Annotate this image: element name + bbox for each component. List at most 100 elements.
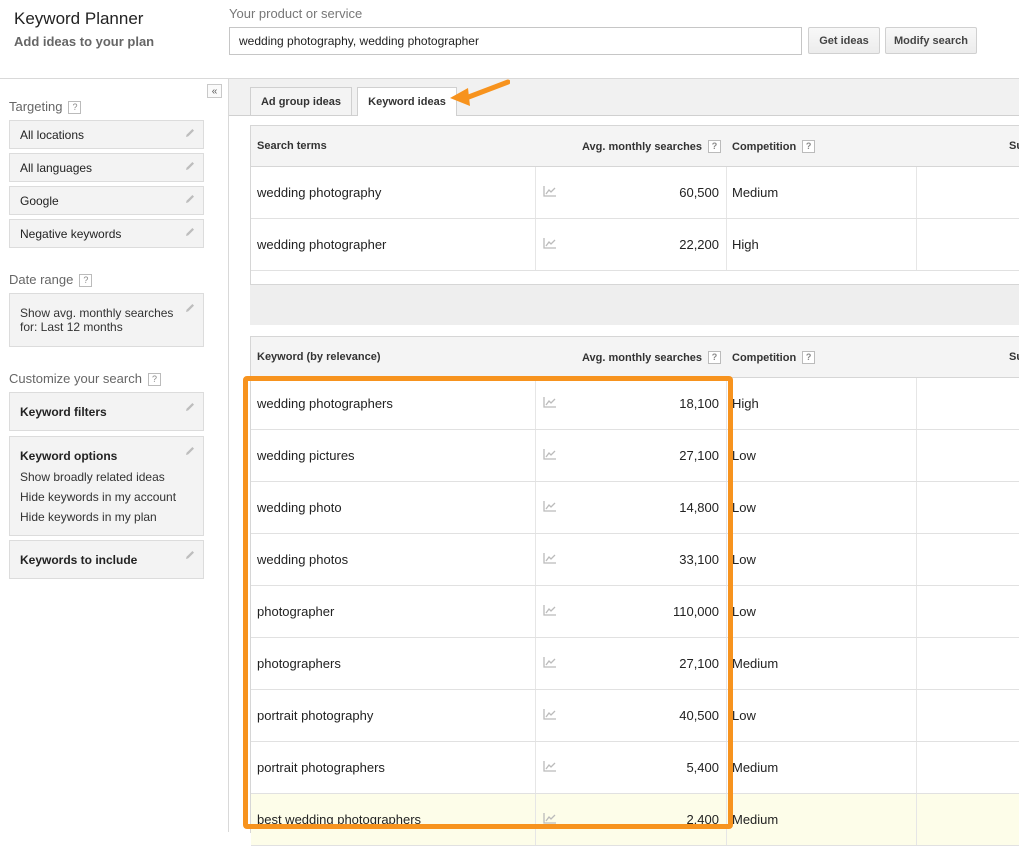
column-divider	[726, 219, 727, 270]
trend-chart-icon[interactable]	[543, 656, 557, 668]
keyword-ideas-header: Keyword (by relevance) Avg. monthly sear…	[251, 337, 1019, 378]
col-competition-label: Competition	[732, 352, 797, 364]
modify-search-button[interactable]: Modify search	[885, 27, 977, 54]
column-divider	[916, 794, 917, 845]
keyword-cell[interactable]: wedding photographers	[257, 396, 393, 411]
keyword-cell[interactable]: photographers	[257, 656, 341, 671]
col-avg-monthly-searches[interactable]: Avg. monthly searches?	[582, 140, 722, 153]
column-divider	[726, 378, 727, 429]
keyword-cell[interactable]: photographer	[257, 604, 334, 619]
keyword-filters-box[interactable]: Keyword filters	[9, 392, 204, 431]
col-keyword[interactable]: Keyword (by relevance)	[257, 351, 381, 363]
table-row[interactable]: best wedding photographers 2,400 Medium	[251, 794, 1019, 846]
help-icon[interactable]: ?	[708, 351, 722, 364]
targeting-negative-keywords-label: Negative keywords	[20, 227, 122, 241]
collapse-left-icon[interactable]: «	[207, 84, 222, 98]
avg-monthly-searches-cell: 5,400	[686, 760, 719, 775]
keyword-cell[interactable]: wedding photos	[257, 552, 348, 567]
keyword-options-box[interactable]: Keyword options Show broadly related ide…	[9, 436, 204, 536]
app-subtitle: Add ideas to your plan	[14, 34, 155, 49]
keyword-cell[interactable]: wedding photo	[257, 500, 342, 515]
pencil-icon[interactable]	[184, 549, 196, 561]
product-search-input[interactable]	[229, 27, 802, 55]
keyword-options-label: Keyword options	[20, 449, 118, 463]
pencil-icon[interactable]	[184, 226, 196, 238]
pencil-icon[interactable]	[184, 193, 196, 205]
competition-cell: Low	[732, 708, 756, 723]
col-avg-monthly-searches-label: Avg. monthly searches	[582, 352, 703, 364]
date-range-box[interactable]: Show avg. monthly searches for: Last 12 …	[9, 293, 204, 347]
pencil-icon[interactable]	[184, 302, 196, 314]
table-row[interactable]: wedding photographers 18,100 High	[251, 378, 1019, 430]
keyword-option-item: Hide keywords in my plan	[20, 510, 157, 524]
table-row[interactable]: portrait photography 40,500 Low	[251, 690, 1019, 742]
col-competition[interactable]: Competition?	[732, 351, 816, 364]
trend-chart-icon[interactable]	[543, 448, 557, 460]
help-icon[interactable]: ?	[147, 373, 161, 386]
trend-chart-icon[interactable]	[543, 708, 557, 720]
competition-cell: Low	[732, 604, 756, 619]
table-row[interactable]: wedding photography 60,500 Medium	[251, 167, 1019, 219]
col-competition-label: Competition	[732, 141, 797, 153]
trend-chart-icon[interactable]	[543, 237, 557, 249]
trend-chart-icon[interactable]	[543, 500, 557, 512]
targeting-negative-keywords[interactable]: Negative keywords	[9, 219, 204, 248]
col-truncated: Su	[1009, 140, 1019, 152]
help-icon[interactable]: ?	[68, 101, 82, 114]
keyword-cell[interactable]: best wedding photographers	[257, 812, 421, 827]
targeting-network[interactable]: Google	[9, 186, 204, 215]
column-divider	[535, 794, 536, 845]
table-row[interactable]: wedding photo 14,800 Low	[251, 482, 1019, 534]
keyword-cell[interactable]: portrait photography	[257, 708, 373, 723]
competition-cell: Low	[732, 500, 756, 515]
trend-chart-icon[interactable]	[543, 552, 557, 564]
avg-monthly-searches-cell: 40,500	[679, 708, 719, 723]
help-icon[interactable]: ?	[708, 140, 722, 153]
tab-ad-group-ideas[interactable]: Ad group ideas	[250, 87, 352, 115]
competition-cell: Medium	[732, 185, 779, 200]
keywords-include-box[interactable]: Keywords to include	[9, 540, 204, 579]
column-divider	[535, 534, 536, 585]
keywords-include-label: Keywords to include	[20, 553, 138, 567]
col-competition[interactable]: Competition?	[732, 140, 816, 153]
keyword-cell[interactable]: wedding photographer	[257, 237, 386, 252]
help-icon[interactable]: ?	[802, 140, 816, 153]
keyword-filters-label: Keyword filters	[20, 405, 107, 419]
keyword-cell[interactable]: wedding pictures	[257, 448, 355, 463]
tab-keyword-ideas[interactable]: Keyword ideas	[357, 87, 457, 116]
column-divider	[726, 482, 727, 533]
column-divider	[535, 378, 536, 429]
keyword-cell[interactable]: wedding photography	[257, 185, 381, 200]
sidebar-divider	[228, 79, 229, 832]
trend-chart-icon[interactable]	[543, 396, 557, 408]
trend-chart-icon[interactable]	[543, 760, 557, 772]
trend-chart-icon[interactable]	[543, 185, 557, 197]
col-avg-monthly-searches[interactable]: Avg. monthly searches?	[582, 351, 722, 364]
targeting-locations[interactable]: All locations	[9, 120, 204, 149]
pencil-icon[interactable]	[184, 401, 196, 413]
table-row[interactable]: photographers 27,100 Medium	[251, 638, 1019, 690]
pencil-icon[interactable]	[184, 127, 196, 139]
pencil-icon[interactable]	[184, 445, 196, 457]
column-divider	[916, 482, 917, 533]
trend-chart-icon[interactable]	[543, 604, 557, 616]
help-icon[interactable]: ?	[79, 274, 93, 287]
keyword-cell[interactable]: portrait photographers	[257, 760, 385, 775]
col-search-terms[interactable]: Search terms	[257, 140, 327, 152]
column-divider	[535, 690, 536, 741]
table-row[interactable]: wedding photographer 22,200 High	[251, 219, 1019, 271]
table-row[interactable]: portrait photographers 5,400 Medium	[251, 742, 1019, 794]
table-row[interactable]: wedding photos 33,100 Low	[251, 534, 1019, 586]
avg-monthly-searches-cell: 14,800	[679, 500, 719, 515]
targeting-label: Targeting	[9, 99, 63, 114]
targeting-languages[interactable]: All languages	[9, 153, 204, 182]
table-row[interactable]: photographer 110,000 Low	[251, 586, 1019, 638]
table-row[interactable]: wedding pictures 27,100 Low	[251, 430, 1019, 482]
pencil-icon[interactable]	[184, 160, 196, 172]
get-ideas-button[interactable]: Get ideas	[808, 27, 880, 54]
trend-chart-icon[interactable]	[543, 812, 557, 824]
column-divider	[916, 586, 917, 637]
column-divider	[535, 167, 536, 218]
competition-cell: Medium	[732, 656, 779, 671]
help-icon[interactable]: ?	[802, 351, 816, 364]
